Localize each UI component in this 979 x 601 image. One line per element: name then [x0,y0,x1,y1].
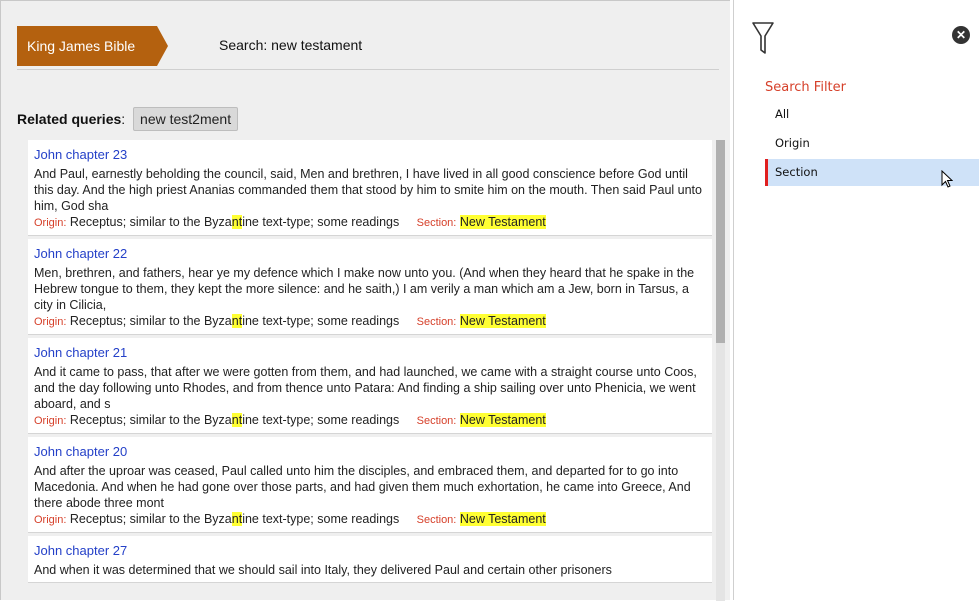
search-title: Search: new testament [219,37,363,53]
result-meta: Origin: Receptus; similar to the Byzanti… [34,511,706,528]
origin-label: Origin: [34,217,67,229]
origin-highlight: nt [231,413,243,427]
results-scrollbar[interactable] [716,140,725,601]
result-snippet: And Paul, earnestly beholding the counci… [34,167,702,213]
result-card: John chapter 22 Men, brethren, and fathe… [28,239,712,335]
divider [17,69,719,70]
origin-value: Receptus; similar to the Byzantine text-… [69,215,400,229]
breadcrumb-arrow [157,26,168,66]
origin-label: Origin: [34,316,67,328]
section-label: Section: [416,514,457,526]
filter-sidebar: ✕ Search Filter All Origin Section [733,0,979,600]
origin-value: Receptus; similar to the Byzantine text-… [69,512,400,526]
section-label: Section: [416,217,457,229]
result-card: John chapter 23 And Paul, earnestly beho… [28,140,712,236]
result-meta: Origin: Receptus; similar to the Byzanti… [34,412,706,429]
scrollbar-thumb[interactable] [716,140,725,343]
result-card: John chapter 20 And after the uproar was… [28,437,712,533]
result-snippet: And after the uproar was ceased, Paul ca… [34,464,691,510]
result-card: John chapter 21 And it came to pass, tha… [28,338,712,434]
search-filter-title: Search Filter [765,80,846,95]
result-snippet: And when it was determined that we shoul… [34,563,612,577]
section-value: New Testament [459,314,546,328]
origin-highlight: nt [231,314,243,328]
origin-highlight: nt [231,512,243,526]
result-title-link[interactable]: John chapter 20 [34,444,706,459]
result-title-link[interactable]: John chapter 22 [34,246,706,261]
result-meta: Origin: Receptus; similar to the Byzanti… [34,214,706,231]
result-title-link[interactable]: John chapter 27 [34,543,706,558]
filter-item-origin[interactable]: Origin [765,130,979,157]
result-title-link[interactable]: John chapter 21 [34,345,706,360]
mouse-cursor-icon [941,169,954,193]
filter-item-all[interactable]: All [765,101,979,128]
result-snippet: And it came to pass, that after we were … [34,365,697,411]
result-title-link[interactable]: John chapter 23 [34,147,706,162]
section-value: New Testament [459,215,546,229]
result-meta: Origin: Receptus; similar to the Byzanti… [34,313,706,330]
origin-highlight: nt [231,215,243,229]
section-value: New Testament [459,413,546,427]
section-label: Section: [416,316,457,328]
filter-icon[interactable] [752,22,774,60]
related-queries-label: Related queries [17,111,122,127]
section-label: Section: [416,415,457,427]
results-list: John chapter 23 And Paul, earnestly beho… [28,140,712,601]
close-icon[interactable]: ✕ [952,26,970,44]
results-panel: King James Bible Search: new testament R… [0,0,730,601]
related-query-chip[interactable]: new test2ment [133,107,239,131]
section-value: New Testament [459,512,546,526]
origin-label: Origin: [34,415,67,427]
breadcrumb[interactable]: King James Bible [17,26,157,66]
result-snippet: Men, brethren, and fathers, hear ye my d… [34,266,695,312]
related-colon: : [121,111,126,127]
origin-value: Receptus; similar to the Byzantine text-… [69,314,400,328]
origin-label: Origin: [34,514,67,526]
origin-value: Receptus; similar to the Byzantine text-… [69,413,400,427]
result-card: John chapter 27 And when it was determin… [28,536,712,583]
related-queries: Related queries: new test2ment [17,107,239,131]
